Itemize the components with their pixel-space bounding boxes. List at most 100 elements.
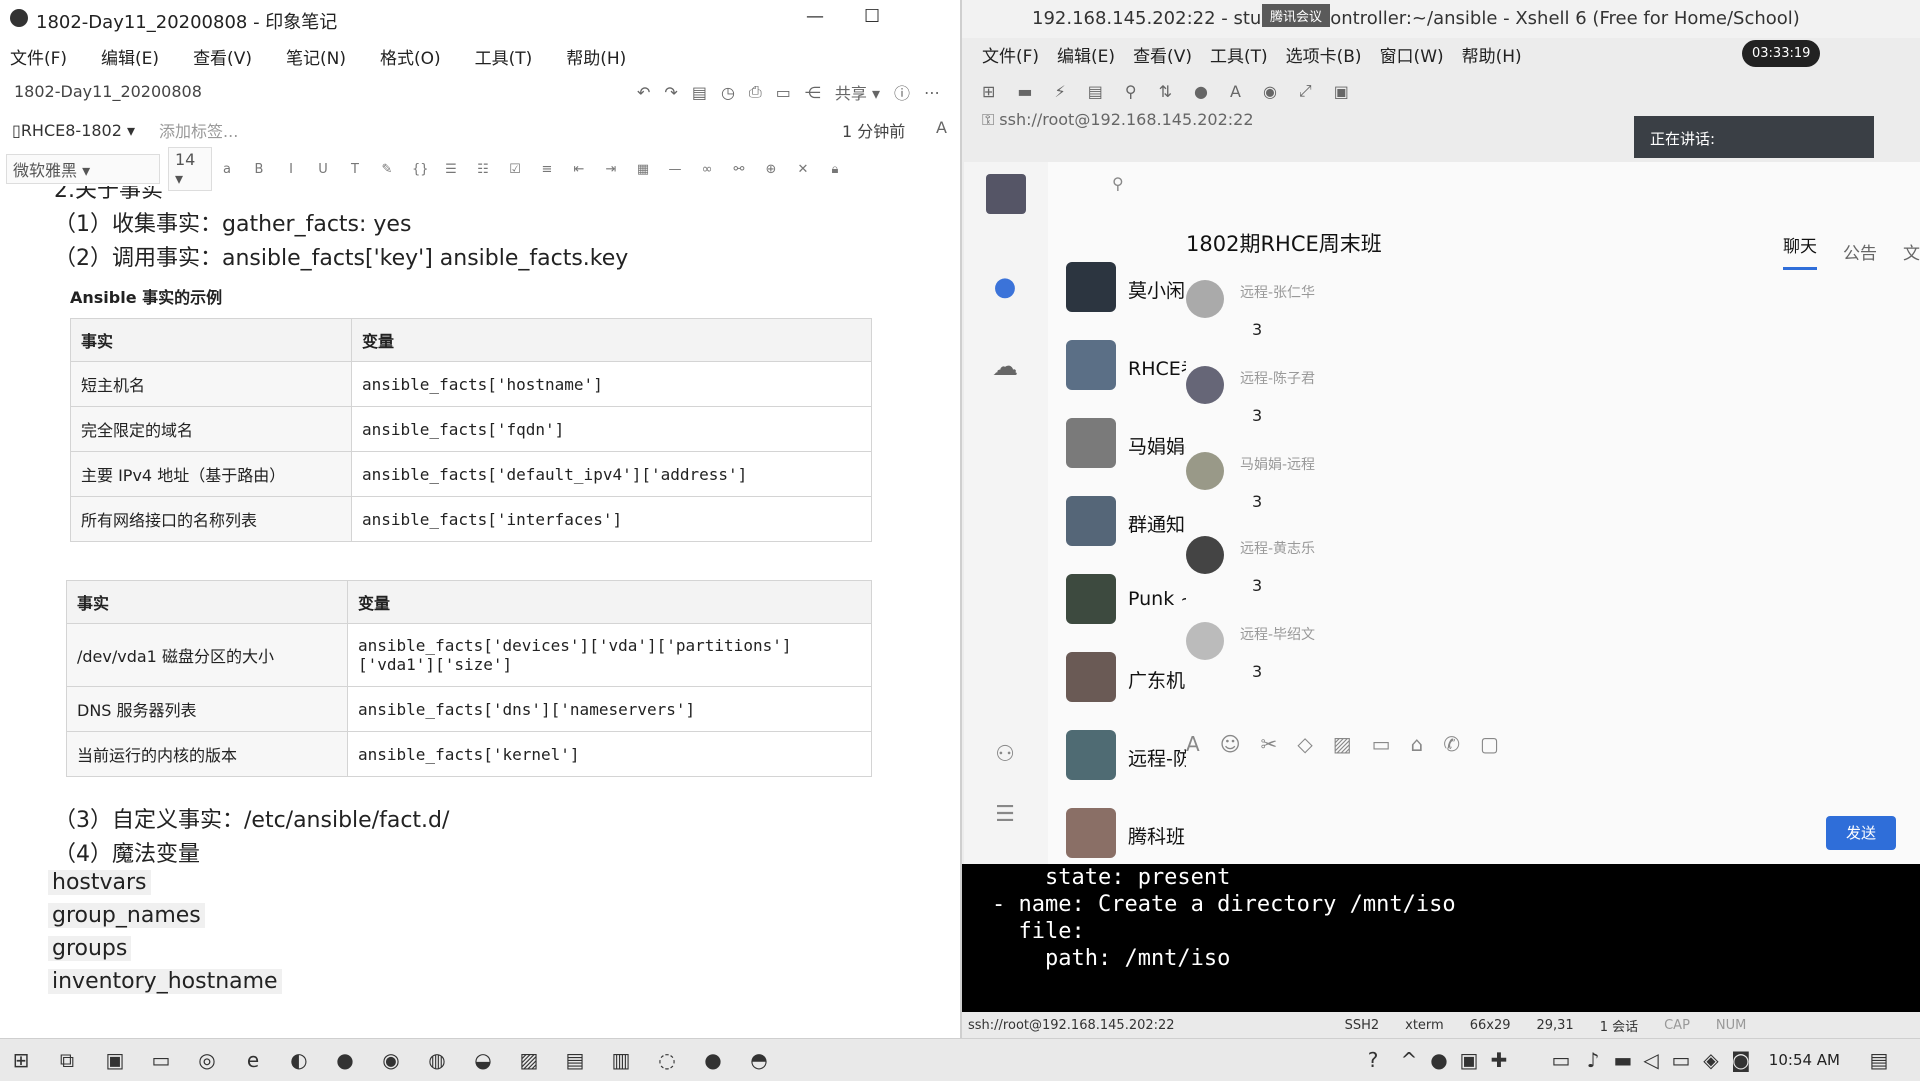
taskbar-clock[interactable]: 10:54 AM [1769, 1051, 1840, 1069]
font-icon[interactable]: A [1186, 732, 1200, 756]
link-icon[interactable]: ∞ [700, 162, 714, 177]
bullet-list-icon[interactable]: ☰ [444, 162, 458, 177]
user-avatar[interactable] [986, 174, 1026, 214]
cloud-icon[interactable]: ☁ [990, 352, 1020, 382]
folder-icon[interactable]: ▭ [1372, 732, 1391, 756]
tray-icon[interactable]: ▣ [1458, 1049, 1480, 1071]
reminder-icon[interactable]: ◷ [721, 83, 735, 102]
code-icon[interactable]: {} [412, 162, 429, 177]
unlink-icon[interactable]: ⚯ [732, 162, 746, 177]
browser-icon[interactable]: ◎ [196, 1049, 218, 1071]
xs-menu-edit[interactable]: 编辑(E) [1057, 42, 1115, 67]
menu-icon[interactable]: ☰ [990, 802, 1020, 832]
transfer-icon[interactable]: ⇅ [1159, 82, 1172, 101]
redo-icon[interactable]: ↷ [664, 83, 677, 102]
share-button[interactable]: 共享 ▾ [835, 80, 880, 104]
bold-icon[interactable]: B [252, 162, 266, 177]
conversation-item[interactable]: 马娟娟- [1066, 418, 1186, 478]
italic-icon[interactable]: I [284, 162, 298, 177]
xs-menu-window[interactable]: 窗口(W) [1380, 42, 1444, 67]
menu-help[interactable]: 帮助(H) [566, 44, 626, 69]
collect-icon[interactable]: ◇ [1297, 732, 1312, 756]
xs-menu-file[interactable]: 文件(F) [982, 42, 1039, 67]
tray-icon[interactable]: ✚ [1488, 1049, 1510, 1071]
numbered-list-icon[interactable]: ☷ [476, 162, 490, 177]
table-icon[interactable]: ▦ [636, 162, 650, 177]
app-icon[interactable]: ▤ [564, 1049, 586, 1071]
file-explorer-icon[interactable]: ▭ [150, 1049, 172, 1071]
more-icon[interactable]: ⋯ [924, 83, 940, 102]
present-icon[interactable]: ▭ [776, 83, 791, 102]
evernote-taskbar-icon[interactable]: ● [702, 1049, 724, 1071]
divider-icon[interactable]: — [668, 162, 682, 177]
task-view-icon[interactable]: ⧉ [56, 1049, 78, 1071]
font-size-select[interactable]: 14 ▾ [168, 147, 212, 191]
tab-announcement[interactable]: 公告 [1843, 239, 1877, 264]
conversation-item[interactable]: Punk ~ [1066, 574, 1186, 634]
notification-icon[interactable]: ▤ [1868, 1049, 1890, 1071]
menu-view[interactable]: 查看(V) [193, 44, 252, 69]
send-button[interactable]: 发送 [1826, 816, 1896, 850]
note-body[interactable]: 2.关于事实 （1）收集事实：gather_facts: yes （2）调用事实… [0, 186, 940, 1036]
find-icon[interactable]: ⚲ [1125, 82, 1137, 101]
minimize-icon[interactable]: — [806, 6, 824, 27]
open-folder-icon[interactable]: ▬ [1017, 82, 1032, 101]
notebook-selector[interactable]: ▯RHCE8-1802 ▾ [12, 121, 135, 140]
app-icon[interactable]: ▣ [104, 1049, 126, 1071]
properties-icon[interactable]: ▤ [1088, 82, 1103, 101]
volume-icon[interactable]: ◁ [1640, 1049, 1662, 1071]
display-icon[interactable]: ▭ [1670, 1049, 1692, 1071]
lock-icon[interactable]: 🔒︎ [828, 162, 842, 177]
font-icon[interactable]: A [1230, 82, 1241, 101]
conversation-item[interactable]: 群通知 [1066, 496, 1186, 556]
undo-icon[interactable]: ↶ [637, 83, 650, 102]
template-icon[interactable]: ▤ [692, 83, 707, 102]
session-address[interactable]: ⚿ ssh://root@192.168.145.202:22 [982, 110, 1254, 130]
print-icon[interactable]: ⎙ [749, 82, 762, 102]
app-icon[interactable]: ◍ [426, 1049, 448, 1071]
app-icon[interactable]: ◓ [748, 1049, 770, 1071]
xs-menu-help[interactable]: 帮助(H) [1462, 42, 1522, 67]
screenshot-icon[interactable]: ✂ [1261, 732, 1278, 756]
add-tag-field[interactable]: 添加标签... [159, 118, 238, 142]
conversation-item[interactable]: RHCE考 [1066, 340, 1186, 400]
app-icon[interactable]: ▨ [518, 1049, 540, 1071]
tray-icon[interactable]: ◙ [1730, 1049, 1752, 1071]
menu-edit[interactable]: 编辑(E) [101, 44, 159, 69]
microphone-icon[interactable]: ♪ [1582, 1049, 1604, 1071]
tab-chat[interactable]: 聊天 [1783, 232, 1817, 270]
font-family-select[interactable]: 微软雅黑 ▾ [6, 154, 160, 184]
tray-icon[interactable]: ◈ [1700, 1049, 1722, 1071]
start-windows-icon[interactable]: ⊞ [10, 1049, 32, 1071]
menu-tools[interactable]: 工具(T) [475, 44, 533, 69]
xs-menu-tabs[interactable]: 选项卡(B) [1286, 42, 1362, 67]
network-icon[interactable]: ▭ [1550, 1049, 1572, 1071]
checkbox-icon[interactable]: ☑ [508, 162, 522, 177]
terminal-output[interactable]: state: present - name: Create a director… [962, 864, 1920, 1012]
app-icon[interactable]: ◒ [472, 1049, 494, 1071]
globe-icon[interactable]: ● [1194, 82, 1208, 101]
tray-chevron-icon[interactable]: ^ [1398, 1049, 1420, 1071]
search-icon[interactable]: ⚲ [1112, 174, 1124, 193]
strikethrough-icon[interactable]: T [348, 162, 362, 177]
edge-icon[interactable]: e [242, 1049, 264, 1071]
font-a-icon[interactable]: A [936, 118, 947, 137]
highlight-icon[interactable]: ✎ [380, 162, 394, 177]
tab-files[interactable]: 文 [1903, 239, 1920, 264]
share-network-icon[interactable]: ⋲ [805, 83, 821, 102]
maximize-icon[interactable]: ☐ [864, 6, 880, 27]
disconnect-icon[interactable]: ⚡ [1055, 82, 1066, 101]
tray-icon[interactable]: ● [1428, 1049, 1450, 1071]
script-icon[interactable]: ◉ [1263, 82, 1277, 101]
clear-format-icon[interactable]: ✕ [796, 162, 810, 177]
menu-file[interactable]: 文件(F) [10, 44, 67, 69]
phone-icon[interactable]: ✆ [1443, 732, 1460, 756]
video-icon[interactable]: ▢ [1480, 732, 1499, 756]
app-icon[interactable]: ● [334, 1049, 356, 1071]
app-icon[interactable]: ◉ [380, 1049, 402, 1071]
info-icon[interactable]: ⓘ [894, 80, 910, 104]
meeting-tag[interactable]: 腾讯会议 [1262, 4, 1331, 27]
conversation-item[interactable]: 远程-防 [1066, 730, 1186, 790]
lock-icon[interactable]: ▣ [1334, 82, 1349, 101]
help-icon[interactable]: ? [1362, 1049, 1384, 1071]
